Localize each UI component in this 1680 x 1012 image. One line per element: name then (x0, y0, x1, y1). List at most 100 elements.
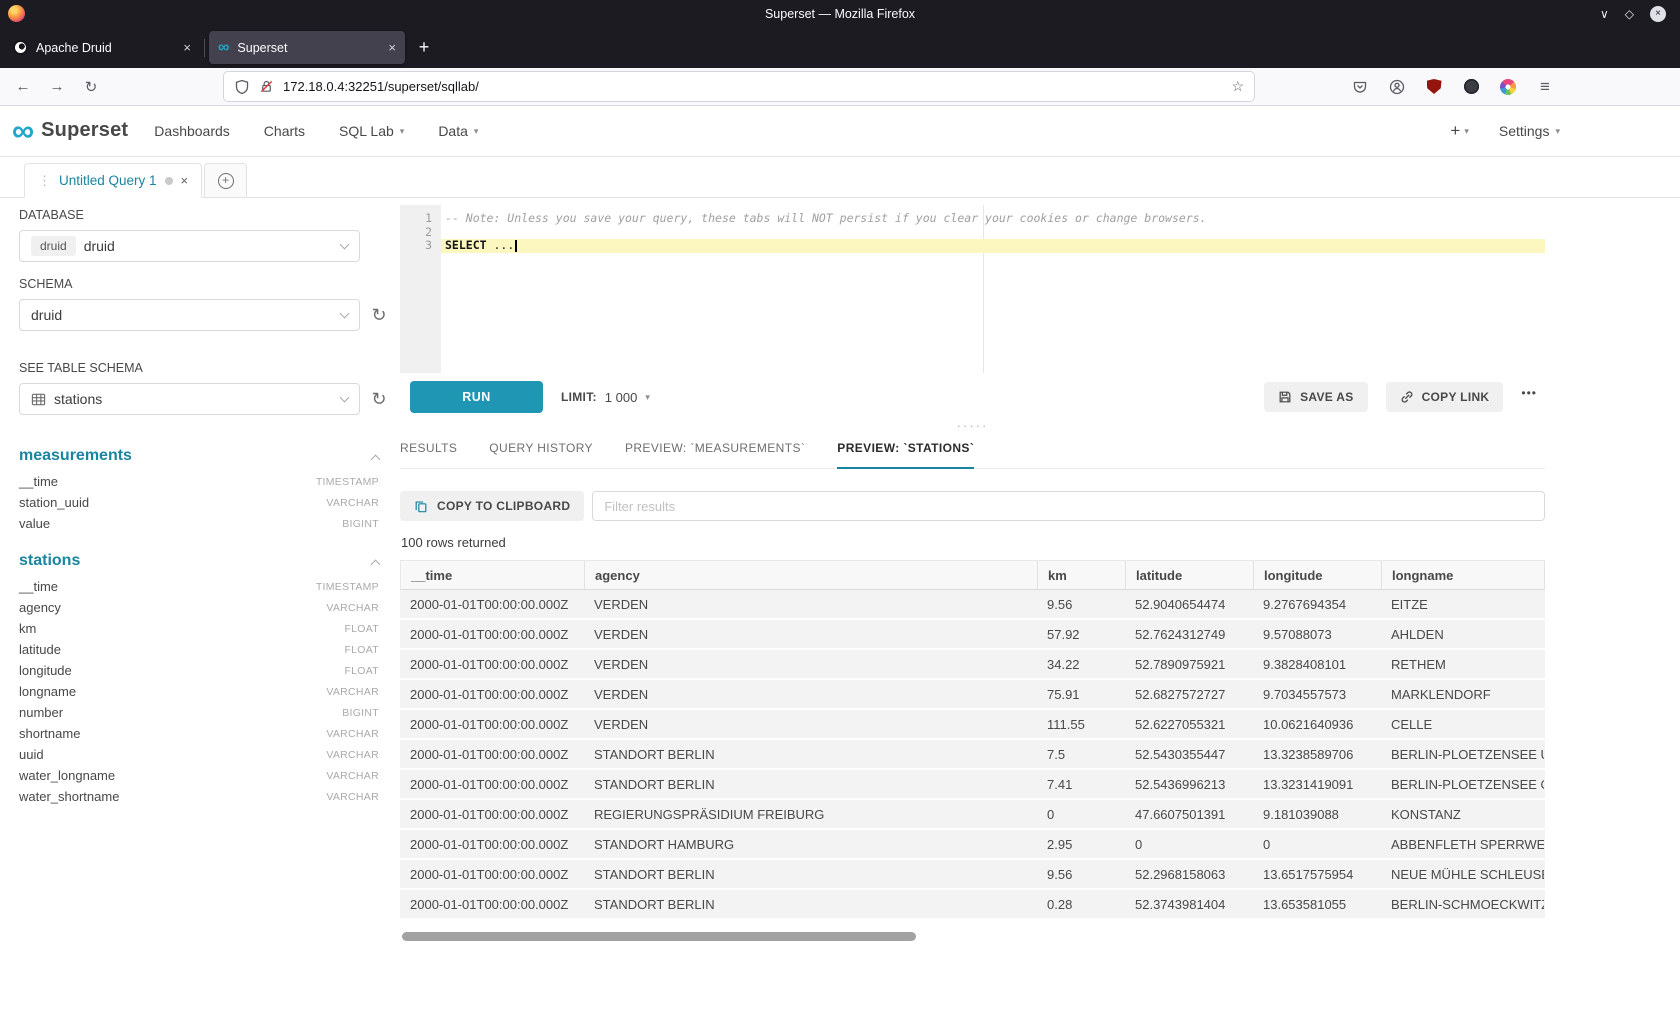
table-cell: 52.3743981404 (1125, 890, 1253, 918)
extension-icon[interactable] (1458, 74, 1484, 100)
window-close-button[interactable]: × (1650, 6, 1666, 22)
window-maximize-button[interactable]: ◇ (1625, 8, 1634, 20)
page-viewport: ∞ Superset Dashboards Charts SQL Lab ▾ D… (0, 106, 1680, 1012)
table-cell: STANDORT BERLIN (584, 770, 1037, 798)
table-cell: 52.5436996213 (1125, 770, 1253, 798)
pocket-icon[interactable] (1347, 74, 1373, 100)
drag-handle-icon[interactable]: ⋮ (38, 173, 51, 189)
table-cell: 13.6517575954 (1253, 860, 1381, 888)
results-tab-results[interactable]: RESULTS (400, 441, 457, 468)
table-cell: 9.181039088 (1253, 800, 1381, 828)
save-as-button[interactable]: SAVE AS (1264, 382, 1367, 412)
unsaved-indicator-dot (165, 177, 173, 185)
limit-label: LIMIT: (561, 390, 597, 404)
sidebar: DATABASE druid druid SCHEMA druid ↻ (8, 198, 395, 1012)
superset-favicon: ∞ (218, 40, 229, 56)
tracking-shield-icon[interactable] (234, 79, 250, 95)
settings-menu[interactable]: Settings ▾ (1499, 123, 1560, 139)
caret-down-icon: ▾ (1464, 126, 1469, 137)
table-cell: 9.56 (1037, 590, 1125, 618)
superset-logo[interactable]: ∞ Superset (12, 117, 128, 145)
column-header-latitude[interactable]: latitude (1126, 561, 1254, 589)
more-options-button[interactable]: ••• (1521, 386, 1545, 408)
schema-table-header[interactable]: stations (19, 552, 391, 570)
table-cell: VERDEN (584, 620, 1037, 648)
results-tab-preview-stations[interactable]: PREVIEW: `STATIONS` (837, 441, 974, 468)
query-tab-close-icon[interactable]: × (181, 173, 189, 188)
schema-select[interactable]: druid (19, 299, 360, 331)
table-cell: REGIERUNGSPRÄSIDIUM FREIBURG (584, 800, 1037, 828)
window-minimize-button[interactable]: ∨ (1600, 8, 1609, 20)
collapse-chevron-icon (371, 559, 381, 569)
table-cell: BERLIN-PLOETZENSEE UP (1381, 740, 1544, 768)
editor-code-area[interactable]: -- Note: Unless you save your query, the… (441, 205, 1545, 373)
table-cell: 13.653581055 (1253, 890, 1381, 918)
results-tab-query-history[interactable]: QUERY HISTORY (489, 441, 593, 468)
pane-resize-handle[interactable]: ····· (400, 421, 1545, 431)
nav-item-label: Data (438, 123, 468, 139)
schema-table-columns: __time TIMESTAMP station_uuid VARCHAR va… (19, 471, 391, 534)
table-cell: 2000-01-01T00:00:00.000Z (400, 830, 584, 858)
sqllab-main: 1 2 3 -- Note: Unless you save your quer… (400, 198, 1545, 1012)
copy-to-clipboard-button[interactable]: COPY TO CLIPBOARD (400, 491, 584, 521)
table-cell: 2000-01-01T00:00:00.000Z (400, 590, 584, 618)
add-new-button[interactable]: + ▾ (1450, 121, 1468, 141)
browser-tab-apache-druid[interactable]: Apache Druid × (4, 31, 200, 64)
copy-link-button[interactable]: COPY LINK (1386, 382, 1504, 412)
table-cell: NEUE MÜHLE SCHLEUSE OP (1381, 860, 1544, 888)
back-button[interactable]: ← (10, 74, 36, 100)
run-button[interactable]: RUN (410, 381, 543, 413)
database-select[interactable]: druid druid (19, 230, 360, 262)
column-header-longname[interactable]: longname (1382, 561, 1545, 589)
table-select[interactable]: stations (19, 383, 360, 415)
chevron-down-icon (340, 392, 350, 402)
query-tab-untitled[interactable]: ⋮ Untitled Query 1 × (24, 163, 202, 198)
results-tab-preview-measurements[interactable]: PREVIEW: `MEASUREMENTS` (625, 441, 805, 468)
sql-code-rest: ... (487, 238, 515, 252)
table-value: stations (54, 391, 102, 407)
ublock-icon[interactable] (1421, 74, 1447, 100)
sql-editor[interactable]: 1 2 3 -- Note: Unless you save your quer… (400, 205, 1545, 373)
tab-close-icon[interactable]: × (388, 40, 396, 55)
column-type: FLOAT (344, 644, 379, 656)
refresh-table-icon[interactable]: ↻ (369, 390, 389, 408)
column-header-agency[interactable]: agency (585, 561, 1038, 589)
nav-item-data[interactable]: Data ▾ (438, 123, 478, 139)
column-header-longitude[interactable]: longitude (1254, 561, 1382, 589)
table-cell: 52.6827572727 (1125, 680, 1253, 708)
limit-dropdown[interactable]: LIMIT: 1 000 ▾ (561, 390, 650, 405)
filter-results-input[interactable] (592, 491, 1545, 521)
window-titlebar: Superset — Mozilla Firefox ∨ ◇ × (0, 0, 1680, 27)
table-row: 2000-01-01T00:00:00.000ZVERDEN75.9152.68… (400, 680, 1545, 710)
scrollbar-thumb[interactable] (402, 932, 916, 941)
window-title: Superset — Mozilla Firefox (0, 7, 1680, 21)
menu-icon[interactable]: ≡ (1532, 74, 1558, 100)
lock-insecure-icon[interactable] (259, 79, 274, 94)
table-cell: VERDEN (584, 680, 1037, 708)
reload-button[interactable]: ↻ (78, 74, 104, 100)
table-cell: RETHEM (1381, 650, 1544, 678)
url-bar[interactable]: 172.18.0.4:32251/superset/sqllab/ ☆ (224, 72, 1254, 101)
pinwheel-extension-icon[interactable] (1495, 74, 1521, 100)
column-header-km[interactable]: km (1038, 561, 1126, 589)
table-cell: 52.2968158063 (1125, 860, 1253, 888)
bookmark-star-icon[interactable]: ☆ (1231, 78, 1244, 95)
column-header-__time[interactable]: __time (401, 561, 585, 589)
new-tab-button[interactable]: + (409, 33, 439, 63)
account-icon[interactable] (1384, 74, 1410, 100)
caret-down-icon: ▾ (400, 126, 405, 137)
caret-down-icon: ▾ (474, 126, 479, 137)
save-as-label: SAVE AS (1300, 390, 1353, 404)
nav-item-sql-lab[interactable]: SQL Lab ▾ (339, 123, 404, 139)
add-query-tab-button[interactable]: + (204, 163, 247, 198)
nav-item-dashboards[interactable]: Dashboards (154, 123, 230, 139)
tab-close-icon[interactable]: × (183, 40, 191, 55)
schema-table-header[interactable]: measurements (19, 447, 391, 465)
nav-item-label: SQL Lab (339, 123, 394, 139)
browser-tab-label: Superset (237, 41, 380, 55)
browser-tab-superset[interactable]: ∞ Superset × (209, 31, 405, 64)
forward-button[interactable]: → (44, 74, 70, 100)
ublock-shield (1427, 79, 1442, 94)
nav-item-charts[interactable]: Charts (264, 123, 305, 139)
refresh-schema-icon[interactable]: ↻ (369, 306, 389, 324)
